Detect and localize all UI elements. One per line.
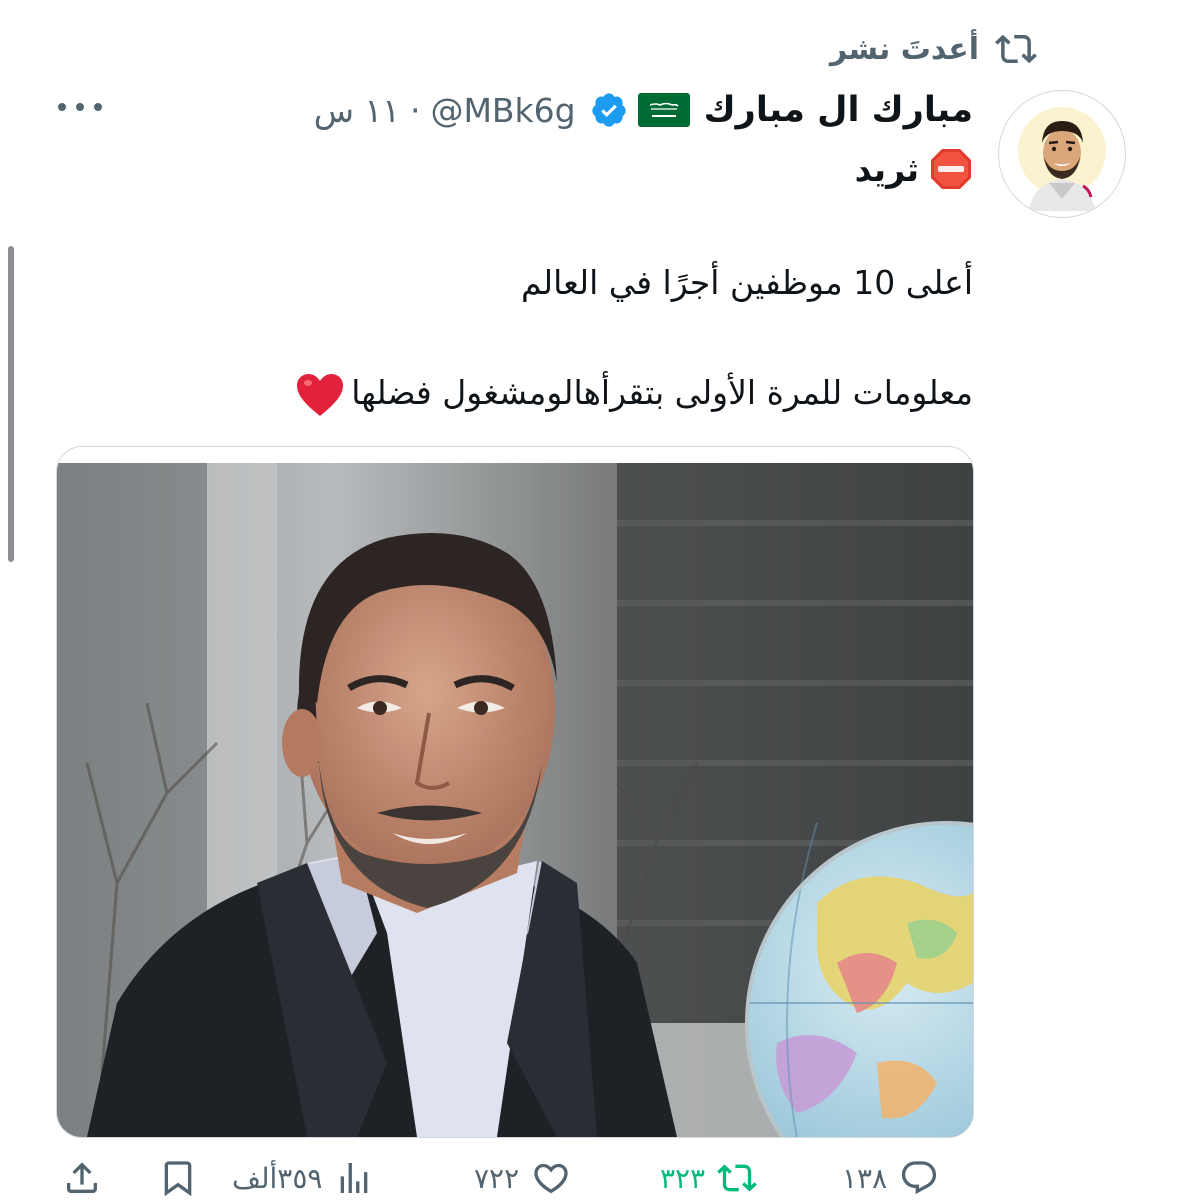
bookmark-icon xyxy=(164,1161,192,1197)
action-bar: ١٣٨ ٣٢٣ ٧٢٢ ٣٥٩ألف xyxy=(56,1156,972,1200)
avatar-image xyxy=(1000,92,1124,216)
tweet-text: أعلى 10 موظفين أجرًا في العالم معلومات ل… xyxy=(73,255,973,421)
thread-line: ثريد xyxy=(855,144,973,194)
share-icon xyxy=(67,1162,97,1193)
like-count: ٧٢٢ xyxy=(474,1161,520,1195)
author-display-name[interactable]: مبارك ال مبارك xyxy=(704,90,973,130)
thread-label: ثريد xyxy=(854,149,919,189)
tweet-line-2: معلومات للمرة الأولى بتقرأهالومشغول فضله… xyxy=(73,365,973,421)
retweet-icon xyxy=(717,1164,758,1192)
more-options-button[interactable] xyxy=(58,92,102,122)
retweeted-by-header[interactable]: أعدتَ نشر xyxy=(830,28,1037,70)
author-row: مبارك ال مبارك MBk6g@ · ١١ س xyxy=(314,84,973,136)
views-count: ٣٥٩ألف xyxy=(232,1161,323,1195)
stop-sign-icon xyxy=(931,149,971,189)
retweet-count: ٣٢٣ xyxy=(660,1161,706,1195)
separator-dot: · xyxy=(409,90,421,130)
more-dot-icon xyxy=(94,103,102,111)
reply-icon xyxy=(902,1161,937,1195)
avatar[interactable] xyxy=(998,90,1126,218)
media-image[interactable] xyxy=(56,446,974,1138)
retweet-icon xyxy=(995,34,1037,64)
share-button[interactable] xyxy=(62,1156,102,1200)
red-heart-icon xyxy=(297,373,344,416)
reply-button[interactable]: ١٣٨ xyxy=(842,1156,939,1200)
photo-man-with-globe xyxy=(57,463,973,1137)
like-button[interactable]: ٧٢٢ xyxy=(474,1156,571,1200)
more-dot-icon xyxy=(58,103,66,111)
scrollbar[interactable] xyxy=(8,246,14,562)
tweet-line-1: أعلى 10 موظفين أجرًا في العالم xyxy=(521,263,973,302)
views-button[interactable]: ٣٥٩ألف xyxy=(232,1156,374,1200)
saudi-flag-icon xyxy=(637,93,690,127)
verified-badge-icon xyxy=(591,93,626,127)
bookmark-button[interactable] xyxy=(158,1156,198,1200)
tweet-line-2-text: معلومات للمرة الأولى بتقرأهالومشغول فضله… xyxy=(351,373,973,412)
reply-count: ١٣٨ xyxy=(842,1161,888,1195)
more-dot-icon xyxy=(76,103,84,111)
like-heart-icon xyxy=(534,1163,568,1194)
author-handle[interactable]: MBk6g@ xyxy=(430,91,575,130)
retweeted-label: أعدتَ نشر xyxy=(829,31,979,67)
analytics-bars-icon xyxy=(341,1163,368,1193)
retweet-button[interactable]: ٣٢٣ xyxy=(660,1156,758,1200)
post-time[interactable]: ١١ س xyxy=(314,91,400,130)
